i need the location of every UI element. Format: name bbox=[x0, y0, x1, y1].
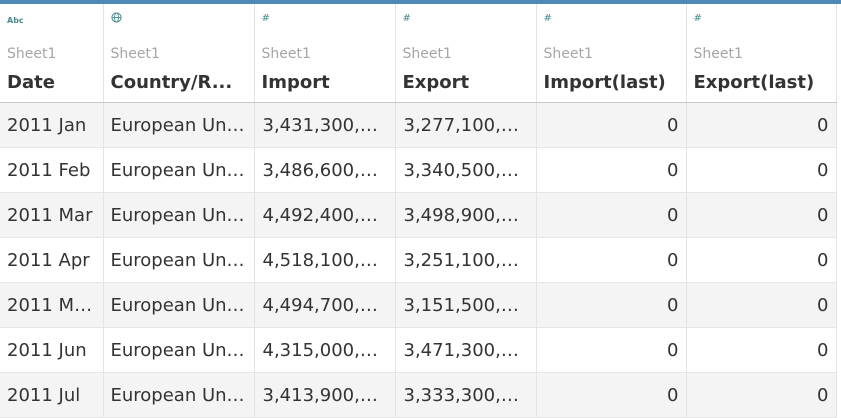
column-name: Import(last) bbox=[543, 72, 666, 93]
cell-export[interactable]: 3,340,500,000 bbox=[395, 147, 537, 193]
cell-export-last[interactable]: 0 bbox=[686, 327, 837, 373]
table-row[interactable]: 2011 Jun European Uni... 4,315,000,000 3… bbox=[0, 327, 837, 373]
cell-export-last[interactable]: 0 bbox=[686, 237, 837, 283]
cell-country[interactable]: European Uni... bbox=[103, 102, 255, 148]
cell-import-last[interactable]: 0 bbox=[536, 327, 687, 373]
cell-import[interactable]: 3,413,900,000 bbox=[254, 372, 396, 418]
data-grid: Abc Sheet1 Date Sheet1 Country/R... # Sh… bbox=[0, 4, 837, 418]
column-header-import[interactable]: # Sheet1 Import bbox=[254, 4, 396, 103]
column-name: Export(last) bbox=[693, 72, 815, 93]
column-source-label: Sheet1 bbox=[402, 46, 452, 62]
cell-import-last[interactable]: 0 bbox=[536, 237, 687, 283]
cell-country[interactable]: European Uni... bbox=[103, 147, 255, 193]
column-source-label: Sheet1 bbox=[110, 46, 160, 62]
column-source-label: Sheet1 bbox=[261, 46, 311, 62]
cell-export[interactable]: 3,251,100,000 bbox=[395, 237, 537, 283]
cell-country[interactable]: European Uni... bbox=[103, 192, 255, 238]
table-row[interactable]: 2011 Feb European Uni... 3,486,600,000 3… bbox=[0, 147, 837, 193]
cell-import[interactable]: 4,518,100,000 bbox=[254, 237, 396, 283]
column-source-label: Sheet1 bbox=[693, 46, 743, 62]
cell-import[interactable]: 4,315,000,000 bbox=[254, 327, 396, 373]
abc-icon: Abc bbox=[7, 16, 24, 25]
column-name: Export bbox=[402, 72, 470, 93]
cell-date[interactable]: 2011 Jun bbox=[0, 327, 104, 373]
cell-country[interactable]: European Uni... bbox=[103, 372, 255, 418]
column-name: Import bbox=[261, 72, 330, 93]
cell-date[interactable]: 2011 Jan bbox=[0, 102, 104, 148]
cell-export[interactable]: 3,471,300,000 bbox=[395, 327, 537, 373]
cell-export-last[interactable]: 0 bbox=[686, 372, 837, 418]
number-icon: # bbox=[261, 13, 270, 24]
cell-export[interactable]: 3,277,100,000 bbox=[395, 102, 537, 148]
table-row[interactable]: 2011 Mar European Uni... 4,492,400,000 3… bbox=[0, 192, 837, 238]
cell-import-last[interactable]: 0 bbox=[536, 372, 687, 418]
column-header-country[interactable]: Sheet1 Country/R... bbox=[103, 4, 255, 103]
cell-date[interactable]: 2011 Jul bbox=[0, 372, 104, 418]
table-row[interactable]: 2011 Jan European Uni... 3,431,300,000 3… bbox=[0, 102, 837, 148]
cell-date[interactable]: 2011 Mar bbox=[0, 192, 104, 238]
column-name: Date bbox=[7, 72, 55, 93]
cell-date[interactable]: 2011 Feb bbox=[0, 147, 104, 193]
cell-date[interactable]: 2011 May bbox=[0, 282, 104, 328]
cell-export[interactable]: 3,151,500,000 bbox=[395, 282, 537, 328]
column-source-label: Sheet1 bbox=[7, 46, 57, 62]
cell-export-last[interactable]: 0 bbox=[686, 147, 837, 193]
cell-import[interactable]: 4,492,400,000 bbox=[254, 192, 396, 238]
number-icon: # bbox=[693, 13, 702, 24]
cell-import[interactable]: 4,494,700,000 bbox=[254, 282, 396, 328]
table-row[interactable]: 2011 Apr European Uni... 4,518,100,000 3… bbox=[0, 237, 837, 283]
cell-import[interactable]: 3,431,300,000 bbox=[254, 102, 396, 148]
cell-country[interactable]: European Uni... bbox=[103, 282, 255, 328]
cell-export-last[interactable]: 0 bbox=[686, 102, 837, 148]
table-row[interactable]: 2011 Jul European Uni... 3,413,900,000 3… bbox=[0, 372, 837, 418]
cell-date[interactable]: 2011 Apr bbox=[0, 237, 104, 283]
column-header-export-last[interactable]: # Sheet1 Export(last) bbox=[686, 4, 837, 103]
cell-export[interactable]: 3,333,300,000 bbox=[395, 372, 537, 418]
column-source-label: Sheet1 bbox=[543, 46, 593, 62]
cell-export[interactable]: 3,498,900,000 bbox=[395, 192, 537, 238]
column-name: Country/R... bbox=[110, 72, 233, 93]
header-row: Abc Sheet1 Date Sheet1 Country/R... # Sh… bbox=[0, 4, 837, 103]
cell-import[interactable]: 3,486,600,000 bbox=[254, 147, 396, 193]
number-icon: # bbox=[402, 13, 411, 24]
cell-import-last[interactable]: 0 bbox=[536, 102, 687, 148]
number-icon: # bbox=[543, 13, 552, 24]
column-header-import-last[interactable]: # Sheet1 Import(last) bbox=[536, 4, 687, 103]
globe-icon bbox=[110, 12, 122, 23]
cell-import-last[interactable]: 0 bbox=[536, 147, 687, 193]
table-row[interactable]: 2011 May European Uni... 4,494,700,000 3… bbox=[0, 282, 837, 328]
column-header-export[interactable]: # Sheet1 Export bbox=[395, 4, 537, 103]
column-header-date[interactable]: Abc Sheet1 Date bbox=[0, 4, 104, 103]
cell-export-last[interactable]: 0 bbox=[686, 282, 837, 328]
cell-import-last[interactable]: 0 bbox=[536, 192, 687, 238]
cell-export-last[interactable]: 0 bbox=[686, 192, 837, 238]
cell-country[interactable]: European Uni... bbox=[103, 237, 255, 283]
cell-import-last[interactable]: 0 bbox=[536, 282, 687, 328]
cell-country[interactable]: European Uni... bbox=[103, 327, 255, 373]
